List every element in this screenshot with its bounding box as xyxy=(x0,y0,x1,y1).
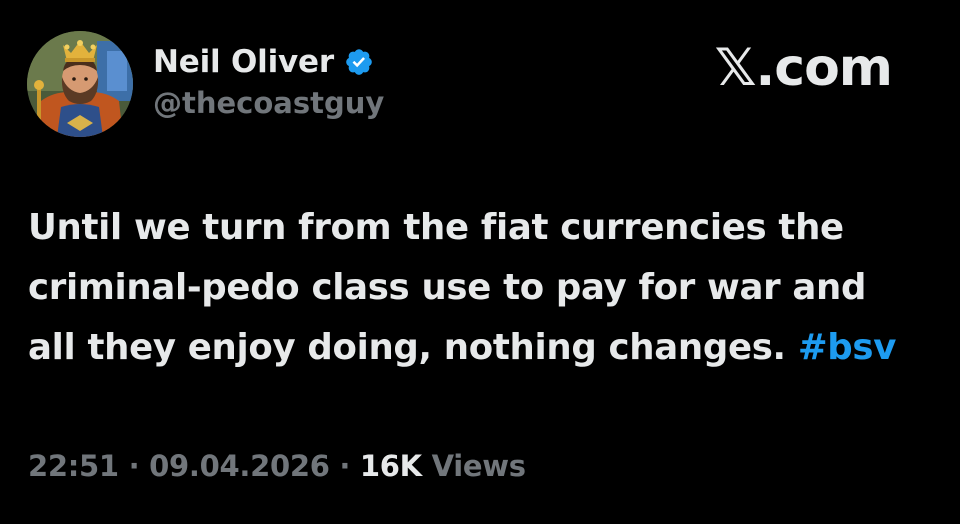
tweet-meta: 22:51 · 09.04.2026 · 16K Views xyxy=(28,449,526,483)
author-name-row: Neil Oliver xyxy=(153,42,374,82)
hashtag-link[interactable]: #bsv xyxy=(798,327,897,368)
tweet-card: Neil Oliver @thecoastguy 𝕏.com Until we … xyxy=(0,0,960,524)
views-count: 16K xyxy=(359,449,422,483)
tweet-text-line: criminal-pedo class use to pay for war a… xyxy=(28,267,867,308)
meta-separator: · xyxy=(339,449,351,483)
tweet-text-line-last: all they enjoy doing, nothing changes. #… xyxy=(28,318,928,378)
author-display-name[interactable]: Neil Oliver xyxy=(153,44,334,80)
author-handle[interactable]: @thecoastguy xyxy=(153,86,384,120)
x-com-logo: 𝕏.com xyxy=(714,38,893,98)
tweet-date[interactable]: 09.04.2026 xyxy=(149,449,330,483)
tweet-text-line: Until we turn from the fiat currencies t… xyxy=(28,207,844,248)
avatar[interactable] xyxy=(27,31,133,137)
meta-separator: · xyxy=(128,449,140,483)
verified-badge-icon xyxy=(344,47,374,77)
tweet-text: Until we turn from the fiat currencies t… xyxy=(28,198,928,378)
views-label: Views xyxy=(431,449,526,483)
tweet-text-line: all they enjoy doing, nothing changes. xyxy=(28,327,786,368)
tweet-time[interactable]: 22:51 xyxy=(28,449,119,483)
crowned-king-portrait-avatar-icon xyxy=(27,31,133,137)
